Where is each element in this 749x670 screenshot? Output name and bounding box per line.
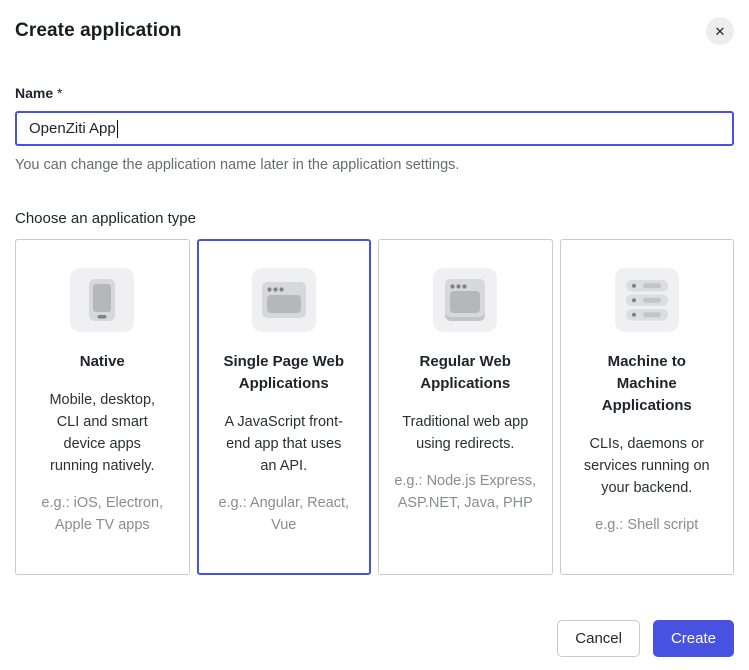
card-single-page-web[interactable]: Single Page Web Applications A JavaScrip… <box>197 239 372 575</box>
text-caret <box>117 120 118 138</box>
close-icon: ✕ <box>715 25 726 38</box>
card-example: e.g.: iOS, Electron, Apple TV apps <box>31 492 173 536</box>
card-machine-to-machine[interactable]: Machine to Machine Applications CLIs, da… <box>560 239 735 575</box>
create-button[interactable]: Create <box>653 620 734 657</box>
close-button[interactable]: ✕ <box>706 17 734 45</box>
browser-window-icon <box>252 268 316 332</box>
dialog-title: Create application <box>15 20 182 42</box>
card-example: e.g.: Node.js Express, ASP.NET, Java, PH… <box>394 470 536 514</box>
card-description: Mobile, desktop, CLI and smart device ap… <box>39 389 165 477</box>
card-example: e.g.: Shell script <box>595 514 698 536</box>
name-helper-text: You can change the application name late… <box>15 157 734 173</box>
dialog-header: Create application ✕ <box>0 0 749 45</box>
dialog-body: Name * OpenZiti App You can change the a… <box>0 85 749 575</box>
card-description: A JavaScript front-end app that uses an … <box>221 411 347 477</box>
card-title: Native <box>80 351 125 373</box>
name-input[interactable]: OpenZiti App <box>15 111 734 146</box>
card-title: Machine to Machine Applications <box>586 351 708 417</box>
application-type-label: Choose an application type <box>15 210 734 227</box>
card-regular-web[interactable]: Regular Web Applications Traditional web… <box>378 239 553 575</box>
card-example: e.g.: Angular, React, Vue <box>213 492 355 536</box>
dialog-footer: Cancel Create <box>557 620 734 657</box>
cancel-button[interactable]: Cancel <box>557 620 640 657</box>
name-label: Name * <box>15 85 734 101</box>
name-input-value: OpenZiti App <box>29 120 116 137</box>
card-native[interactable]: Native Mobile, desktop, CLI and smart de… <box>15 239 190 575</box>
web-server-icon <box>433 268 497 332</box>
card-title: Regular Web Applications <box>404 351 526 395</box>
required-marker: * <box>57 85 62 101</box>
application-type-cards: Native Mobile, desktop, CLI and smart de… <box>15 239 734 575</box>
mobile-phone-icon <box>70 268 134 332</box>
server-stack-icon <box>615 268 679 332</box>
card-description: Traditional web app using redirects. <box>402 411 528 455</box>
card-title: Single Page Web Applications <box>223 351 345 395</box>
card-description: CLIs, daemons or services running on you… <box>584 433 710 499</box>
create-application-dialog: Create application ✕ Name * OpenZiti App… <box>0 0 749 670</box>
